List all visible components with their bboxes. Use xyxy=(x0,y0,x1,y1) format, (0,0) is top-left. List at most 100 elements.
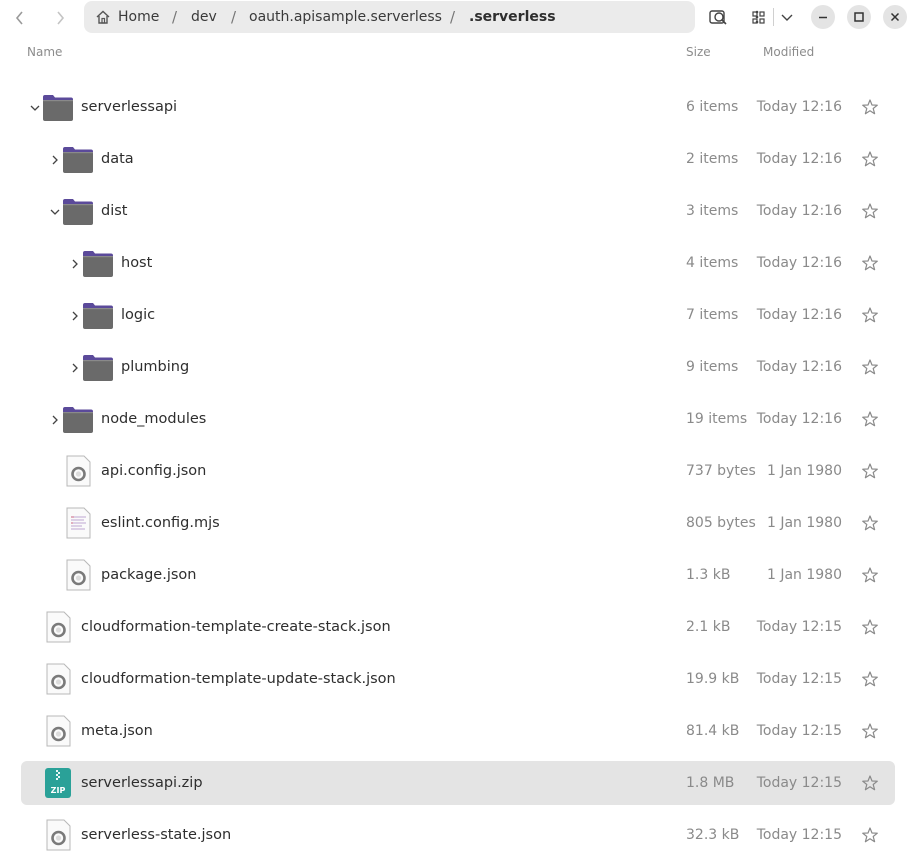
file-row[interactable]: package.json 1.3 kB 1 Jan 1980 xyxy=(21,553,895,597)
star-icon[interactable] xyxy=(861,618,879,636)
star-icon[interactable] xyxy=(861,202,879,220)
header-bar: Home / dev / oauth.apisample.serverless … xyxy=(0,0,908,36)
json-file-icon xyxy=(42,663,74,695)
item-modified: Today 12:16 xyxy=(756,203,842,219)
folder-row[interactable]: node_modules 19 items Today 12:16 xyxy=(21,397,895,441)
star-icon[interactable] xyxy=(861,670,879,688)
forward-icon xyxy=(57,11,65,25)
expand-arrow-right-icon[interactable] xyxy=(68,360,82,374)
item-size: 19.9 kB xyxy=(686,671,740,687)
file-row[interactable]: ZIP serverlessapi.zip 1.8 MB Today 12:15 xyxy=(21,761,895,805)
star-icon[interactable] xyxy=(861,254,879,272)
expand-arrow-right-icon[interactable] xyxy=(48,152,62,166)
file-row[interactable]: eslint.config.mjs 805 bytes 1 Jan 1980 xyxy=(21,501,895,545)
item-name: package.json xyxy=(101,567,197,583)
breadcrumb-current[interactable]: .serverless xyxy=(469,1,556,33)
item-size: 9 items xyxy=(686,359,739,375)
item-size: 7 items xyxy=(686,307,739,323)
folder-icon xyxy=(82,299,114,331)
forward-button[interactable] xyxy=(49,7,71,29)
item-name: logic xyxy=(121,307,156,323)
expand-arrow-down-icon[interactable] xyxy=(48,204,62,218)
folder-row[interactable]: logic 7 items Today 12:16 xyxy=(21,293,895,337)
view-toggle-button[interactable] xyxy=(749,5,771,29)
back-button[interactable] xyxy=(9,7,31,29)
star-icon[interactable] xyxy=(861,306,879,324)
zip-archive-icon: ZIP xyxy=(42,767,74,799)
file-row[interactable]: serverless-state.json 32.3 kB Today 12:15 xyxy=(21,813,895,857)
star-icon[interactable] xyxy=(861,566,879,584)
item-name: serverless-state.json xyxy=(81,827,232,843)
star-icon[interactable] xyxy=(861,150,879,168)
item-modified: Today 12:16 xyxy=(756,99,842,115)
star-icon[interactable] xyxy=(861,722,879,740)
item-name: eslint.config.mjs xyxy=(101,515,220,531)
json-file-icon xyxy=(62,559,94,591)
star-icon[interactable] xyxy=(861,514,879,532)
back-icon xyxy=(15,11,23,25)
item-size: 32.3 kB xyxy=(686,827,740,843)
item-size: 3 items xyxy=(686,203,739,219)
star-icon[interactable] xyxy=(861,98,879,116)
close-button[interactable] xyxy=(883,5,907,29)
view-options-button[interactable] xyxy=(777,5,797,29)
column-header-name[interactable]: Name xyxy=(27,45,62,63)
folder-row[interactable]: host 4 items Today 12:16 xyxy=(21,241,895,285)
item-size: 805 bytes xyxy=(686,515,756,531)
column-header-modified[interactable]: Modified xyxy=(763,45,814,63)
item-modified: Today 12:16 xyxy=(756,411,842,427)
item-name: serverlessapi xyxy=(81,99,178,115)
star-icon[interactable] xyxy=(861,774,879,792)
item-modified: 1 Jan 1980 xyxy=(766,567,842,583)
file-row[interactable]: cloudformation-template-create-stack.jso… xyxy=(21,605,895,649)
column-header-size[interactable]: Size xyxy=(686,45,711,63)
item-modified: 1 Jan 1980 xyxy=(766,463,842,479)
expand-arrow-down-icon[interactable] xyxy=(28,100,42,114)
folder-icon xyxy=(62,403,94,435)
folder-row[interactable]: serverlessapi 6 items Today 12:16 xyxy=(21,85,895,129)
zip-icon-label: ZIP xyxy=(51,786,66,795)
breadcrumb-home[interactable]: Home xyxy=(118,1,159,33)
item-size: 2.1 kB xyxy=(686,619,731,635)
folder-row[interactable]: plumbing 9 items Today 12:16 xyxy=(21,345,895,389)
json-file-icon xyxy=(42,611,74,643)
file-row[interactable]: api.config.json 737 bytes 1 Jan 1980 xyxy=(21,449,895,493)
json-file-icon xyxy=(42,715,74,747)
breadcrumb-separator: / xyxy=(172,8,178,26)
item-name: api.config.json xyxy=(101,463,207,479)
maximize-icon xyxy=(854,12,864,22)
expand-arrow-right-icon[interactable] xyxy=(68,308,82,322)
star-icon[interactable] xyxy=(861,410,879,428)
item-modified: Today 12:15 xyxy=(756,619,842,635)
breadcrumb-separator: / xyxy=(450,8,456,26)
breadcrumb-dev[interactable]: dev xyxy=(191,1,217,33)
folder-row[interactable]: dist 3 items Today 12:16 xyxy=(21,189,895,233)
item-modified: Today 12:15 xyxy=(756,827,842,843)
star-icon[interactable] xyxy=(861,358,879,376)
folder-row[interactable]: data 2 items Today 12:16 xyxy=(21,137,895,181)
item-modified: 1 Jan 1980 xyxy=(766,515,842,531)
item-name: cloudformation-template-create-stack.jso… xyxy=(81,619,391,635)
folder-icon xyxy=(62,195,94,227)
item-name: serverlessapi.zip xyxy=(81,775,203,791)
maximize-button[interactable] xyxy=(847,5,871,29)
file-row[interactable]: cloudformation-template-update-stack.jso… xyxy=(21,657,895,701)
star-icon[interactable] xyxy=(861,462,879,480)
minimize-button[interactable] xyxy=(811,5,835,29)
breadcrumb-oauth-apisample-serverless[interactable]: oauth.apisample.serverless xyxy=(249,1,442,33)
expand-arrow-right-icon[interactable] xyxy=(68,256,82,270)
home-icon xyxy=(96,10,110,24)
item-size: 1.8 MB xyxy=(686,775,735,791)
expand-arrow-right-icon[interactable] xyxy=(48,412,62,426)
grid-view-icon xyxy=(752,11,765,24)
item-size: 2 items xyxy=(686,151,739,167)
item-size: 81.4 kB xyxy=(686,723,740,739)
search-button[interactable] xyxy=(707,5,731,29)
close-icon xyxy=(890,12,900,22)
file-row[interactable]: meta.json 81.4 kB Today 12:15 xyxy=(21,709,895,753)
text-file-icon xyxy=(62,507,94,539)
star-icon[interactable] xyxy=(861,826,879,844)
item-modified: Today 12:16 xyxy=(756,307,842,323)
item-size: 19 items xyxy=(686,411,748,427)
item-name: dist xyxy=(101,203,128,219)
